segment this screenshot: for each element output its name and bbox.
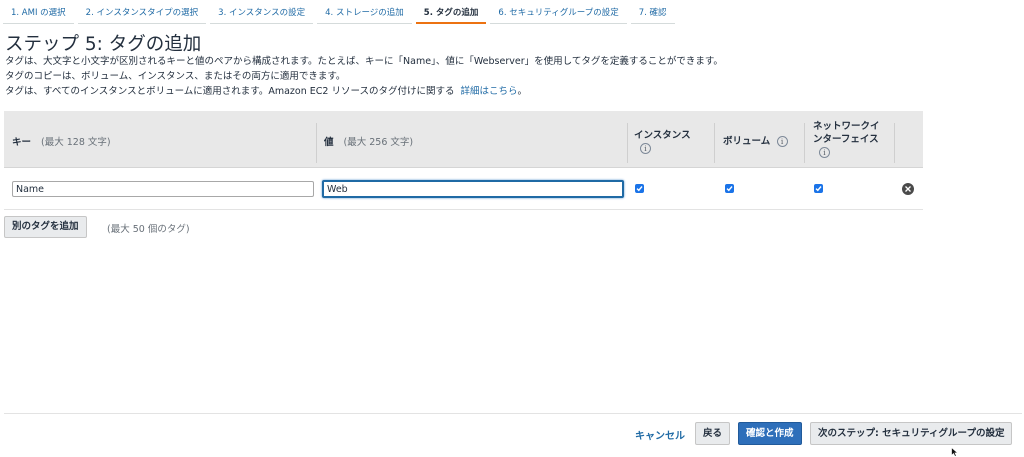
next-step-button[interactable]: 次のステップ: セキュリティグループの設定 xyxy=(810,422,1013,445)
info-icon[interactable]: i xyxy=(819,147,830,158)
description-line-3-text: タグは、すべてのインスタンスとボリュームに適用されます。Amazon EC2 リ… xyxy=(5,86,455,97)
header-value-label: 値 xyxy=(324,137,334,148)
learn-more-link[interactable]: 詳細はこちら xyxy=(461,86,518,97)
column-divider xyxy=(627,123,628,163)
step-add-storage[interactable]: 4. ストレージの追加 xyxy=(317,4,412,24)
check-icon xyxy=(726,186,733,192)
step-configure-instance[interactable]: 3. インスタンスの設定 xyxy=(210,4,314,24)
header-volumes: ボリューム i xyxy=(723,133,788,147)
check-icon xyxy=(815,186,822,192)
info-icon[interactable]: i xyxy=(776,136,788,147)
step-add-tags[interactable]: 5. タグの追加 xyxy=(415,4,487,24)
column-divider xyxy=(804,123,805,163)
header-instances-label: インスタンス xyxy=(634,130,691,141)
review-and-launch-button[interactable]: 確認と作成 xyxy=(738,422,802,445)
description-line-1: タグは、大文字と小文字が区別されるキーと値のペアから構成されます。たとえば、キー… xyxy=(5,56,723,67)
header-volumes-label: ボリューム xyxy=(723,136,771,147)
description-suffix: 。 xyxy=(517,86,528,97)
header-network-interfaces: ネットワークイ ンターフェイス i xyxy=(813,120,880,159)
header-key: キー (最大 128 文字) xyxy=(12,134,111,148)
header-network-interfaces-line-2: ンターフェイス xyxy=(813,134,879,145)
cancel-button[interactable]: キャンセル xyxy=(635,427,685,442)
step-review[interactable]: 7. 確認 xyxy=(630,4,675,24)
instances-checkbox[interactable] xyxy=(635,184,644,193)
header-network-interfaces-line-1: ネットワークイ xyxy=(813,121,880,132)
tag-key-input[interactable] xyxy=(12,181,314,197)
close-icon xyxy=(905,186,911,192)
header-key-hint: (最大 128 文字) xyxy=(41,137,111,148)
description-line-3: タグは、すべてのインスタンスとボリュームに適用されます。Amazon EC2 リ… xyxy=(5,83,527,97)
tag-value-input[interactable] xyxy=(322,180,624,198)
add-tag-button[interactable]: 別のタグを追加 xyxy=(4,216,87,238)
header-value-hint: (最大 256 文字) xyxy=(343,137,414,148)
footer-divider xyxy=(4,413,1022,414)
column-divider xyxy=(714,123,715,163)
volumes-checkbox[interactable] xyxy=(725,184,734,193)
table-row xyxy=(4,169,923,210)
mouse-cursor-icon xyxy=(951,447,959,457)
step-ami[interactable]: 1. AMI の選択 xyxy=(3,4,74,24)
step-instance-type[interactable]: 2. インスタンスタイプの選択 xyxy=(77,4,207,24)
description-line-2: タグのコピーは、ボリューム、インスタンス、またはその両方に適用できます。 xyxy=(5,71,346,82)
max-tags-note: (最大 50 個のタグ) xyxy=(107,224,190,235)
column-divider xyxy=(316,123,317,163)
header-instances: インスタンス i xyxy=(634,127,691,154)
remove-tag-button[interactable] xyxy=(902,183,914,195)
wizard-steps: 1. AMI の選択 2. インスタンスタイプの選択 3. インスタンスの設定 … xyxy=(3,4,679,24)
step-security-group[interactable]: 6. セキュリティグループの設定 xyxy=(490,4,627,24)
header-key-label: キー xyxy=(12,137,32,148)
back-button[interactable]: 戻る xyxy=(695,422,731,445)
info-icon[interactable]: i xyxy=(640,143,651,154)
network-interfaces-checkbox[interactable] xyxy=(814,184,823,193)
header-value: 値 (最大 256 文字) xyxy=(324,134,413,148)
check-icon xyxy=(636,186,643,192)
column-divider xyxy=(894,123,895,163)
tags-table-header: キー (最大 128 文字) 値 (最大 256 文字) インスタンス i ボリュー… xyxy=(4,111,923,168)
